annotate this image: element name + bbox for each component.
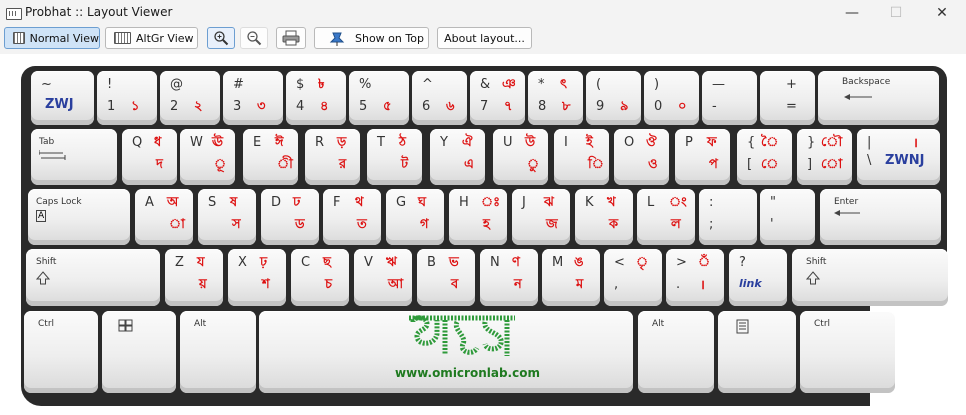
key-8[interactable]: * ৎ 8 ৮ [528, 71, 583, 125]
key-x[interactable]: X ঢ় শ [228, 249, 286, 306]
key-menu[interactable] [718, 311, 796, 393]
key-ctrl-right[interactable]: Ctrl [800, 311, 895, 393]
title-bar: Probhat :: Layout Viewer — ☐ ✕ [0, 0, 966, 26]
key-t[interactable]: Tঠট [367, 129, 422, 185]
tab-arrows-icon [39, 150, 66, 160]
key-w[interactable]: W ঊূ [180, 129, 235, 185]
toolbar: Normal View AltGr View Show on Top About… [0, 26, 966, 54]
key-k[interactable]: Kখক [575, 189, 633, 245]
window-title: Probhat :: Layout Viewer [25, 5, 173, 19]
key-b[interactable]: Bভব [417, 249, 475, 306]
key-backspace[interactable]: Backspace [818, 71, 939, 125]
close-button[interactable]: ✕ [920, 0, 964, 26]
menu-key-icon [736, 319, 749, 334]
key-r[interactable]: R ড় র [305, 129, 360, 185]
key-f[interactable]: Fথত [323, 189, 381, 245]
key-tab[interactable]: Tab [31, 129, 117, 185]
backspace-arrow-icon [844, 94, 872, 100]
printer-icon [282, 30, 300, 46]
key-d[interactable]: Dঢড [261, 189, 319, 245]
altgr-view-button[interactable]: AltGr View [105, 27, 198, 49]
key-4[interactable]: $ ৳ 4 ৪ [286, 71, 346, 125]
key-e[interactable]: E ঈী [243, 129, 298, 185]
link-mark: link [739, 277, 762, 290]
omicronlab-url: www.omicronlab.com [395, 366, 540, 380]
key-0[interactable]: ) 0 ০ [644, 71, 699, 125]
keyboard-icon [13, 32, 25, 44]
key-alt-left[interactable]: Alt [180, 311, 256, 393]
key-c[interactable]: Cছচ [291, 249, 349, 306]
zoom-in-button[interactable] [207, 27, 235, 49]
key-7[interactable]: & ঞ 7 ৭ [470, 71, 525, 125]
key-y[interactable]: Yঐএ [430, 129, 485, 185]
about-layout-button[interactable]: About layout... [437, 27, 532, 49]
key-p[interactable]: Pফপ [675, 129, 730, 185]
keyboard-icon [114, 32, 131, 44]
key-u[interactable]: U উু [493, 129, 548, 185]
key-o[interactable]: Oঔও [614, 129, 669, 185]
key-i[interactable]: I ইি [554, 129, 609, 185]
key-z[interactable]: Z য য় [165, 249, 223, 306]
key-6[interactable]: ^ 6 ৬ [412, 71, 467, 125]
keyboard-app-icon [6, 8, 22, 20]
zoom-out-icon [247, 31, 262, 46]
key-shift-left[interactable]: Shift [26, 249, 160, 306]
key-comma[interactable]: <,ৃ [604, 249, 662, 306]
minimize-button[interactable]: — [830, 0, 874, 26]
key-l[interactable]: Lং ল [637, 189, 695, 245]
shift-arrow-icon [36, 271, 50, 285]
maximize-button[interactable]: ☐ [874, 0, 918, 26]
key-g[interactable]: Gঘগ [386, 189, 444, 245]
key-slash[interactable]: ? link [729, 249, 787, 306]
caps-lock-indicator: A [36, 210, 47, 222]
key-period[interactable]: >.ঁ । [666, 249, 724, 306]
key-n[interactable]: Nণন [480, 249, 538, 306]
enter-arrow-icon [834, 210, 860, 216]
normal-view-button[interactable]: Normal View [4, 27, 100, 49]
key-caps-lock[interactable]: Caps Lock A [28, 189, 130, 245]
zoom-in-icon [214, 31, 229, 46]
key-enter[interactable]: Enter [820, 189, 941, 245]
key-q[interactable]: Qধদ [122, 129, 177, 185]
print-button[interactable] [276, 27, 306, 49]
key-bracket-left[interactable]: {[ৈে [737, 129, 792, 185]
show-on-top-button[interactable]: Show on Top [314, 27, 429, 49]
pin-icon [329, 32, 345, 46]
key-bracket-right[interactable]: }]ৌো [797, 129, 852, 185]
key-minus[interactable]: — - [702, 71, 757, 125]
key-3[interactable]: #3 ৩ [223, 71, 283, 125]
key-9[interactable]: (9 ৯ [586, 71, 641, 125]
key-semicolon[interactable]: :; [699, 189, 757, 245]
key-shift-right[interactable]: Shift [792, 249, 948, 306]
key-backslash[interactable]: | \ । ZWNJ [857, 129, 940, 185]
key-5[interactable]: % 5 ৫ [349, 71, 409, 125]
key-tilde[interactable]: ~ ZWJ [31, 71, 94, 125]
key-a[interactable]: A অা [135, 189, 193, 245]
key-h[interactable]: Hঃ হ [449, 189, 507, 245]
zoom-out-button[interactable] [240, 27, 268, 49]
key-2[interactable]: @2 ২ [160, 71, 220, 125]
key-j[interactable]: Jঝজ [512, 189, 570, 245]
key-s[interactable]: Sষস [198, 189, 256, 245]
key-equals[interactable]: + = [760, 71, 815, 125]
key-ctrl-left[interactable]: Ctrl [24, 311, 98, 393]
key-quote[interactable]: " ' [760, 189, 815, 245]
key-v[interactable]: Vঋআ [354, 249, 412, 306]
omicronlab-logo-glyph [409, 315, 515, 356]
keyboard-view: ~ ZWJ ! 1 ১ @2 ২ #3 ৩ $ ৳ 4 ৪ % 5 ৫ ^ 6 ৬ & ঞ 7 ৭ * ৎ 8 ৮… [0, 54, 966, 415]
key-windows[interactable] [102, 311, 176, 393]
key-alt-right[interactable]: Alt [638, 311, 714, 393]
key-m[interactable]: Mঙম [542, 249, 600, 306]
shift-arrow-icon [806, 271, 820, 285]
omicronlab-logo: www.omicronlab.com [385, 312, 545, 384]
windows-logo-icon [118, 319, 133, 332]
key-1[interactable]: ! 1 ১ [97, 71, 157, 125]
